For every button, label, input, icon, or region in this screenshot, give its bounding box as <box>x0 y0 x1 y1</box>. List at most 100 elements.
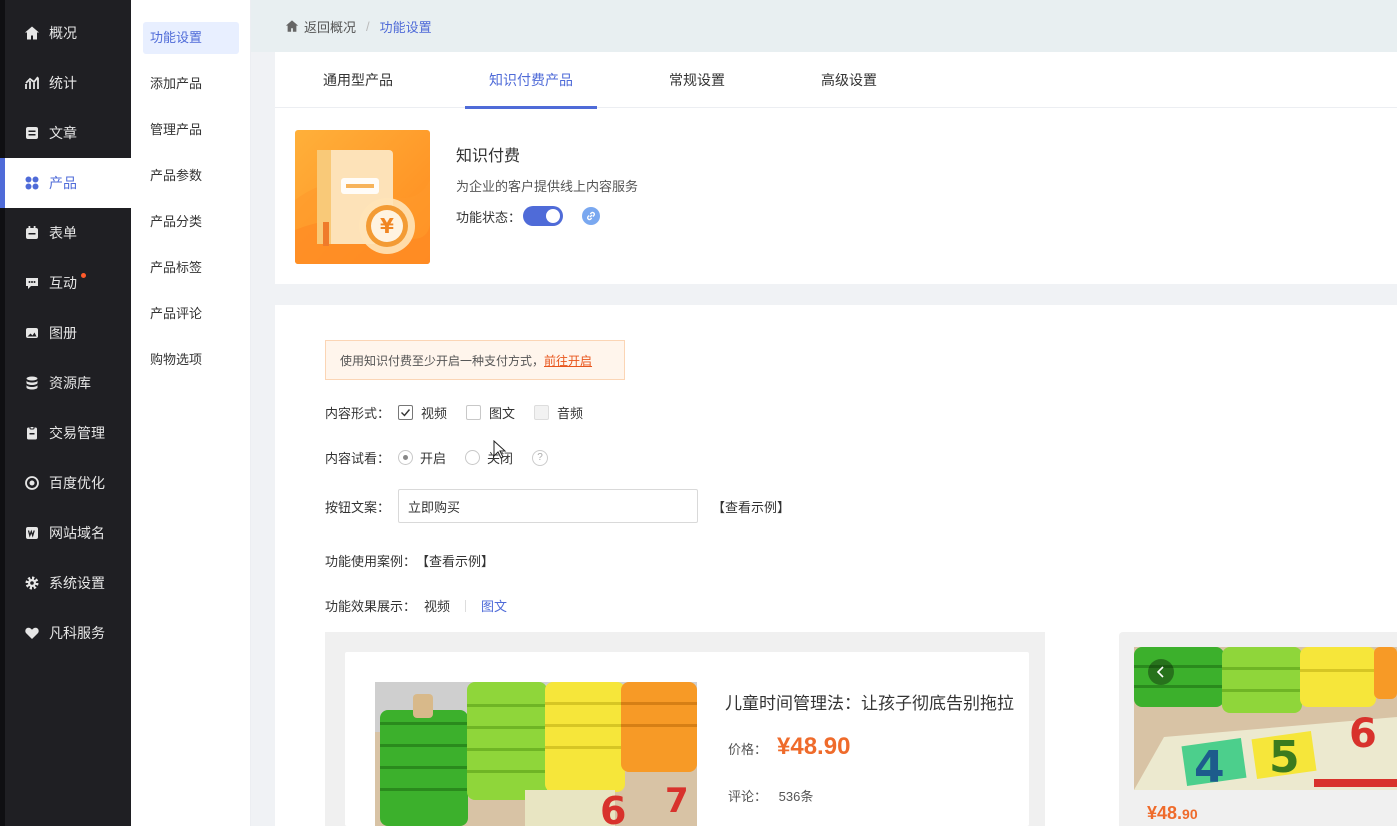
target-icon <box>24 475 40 491</box>
product-price-row: 价格： ¥48.90 <box>728 733 850 761</box>
sidebar-item-label: 文章 <box>49 125 77 141</box>
sidebar-item-interaction[interactable]: 互动 <box>5 258 131 308</box>
effect-tab-video[interactable]: 视频 <box>424 596 450 615</box>
sidebar-item-label: 资源库 <box>49 375 91 391</box>
price-label: 价格： <box>728 742 768 757</box>
sidebar-item-settings[interactable]: 系统设置 <box>5 558 131 608</box>
settings-form-panel: 使用知识付费至少开启一种支付方式， 前往开启 内容形式： 视频 图文 音频 内容… <box>275 305 1397 826</box>
sidebar-item-resources[interactable]: 资源库 <box>5 358 131 408</box>
effect-preview-area: 6 7 儿童时间管理法：让孩子彻底告别拖拉 价格： ¥48.90 评论： 536… <box>325 632 1045 826</box>
svg-text:6: 6 <box>600 789 626 826</box>
knowledge-pay-illustration: ¥ <box>295 130 430 264</box>
sidebar-item-label: 表单 <box>49 225 77 241</box>
image-icon <box>24 325 40 341</box>
mobile-product-image: 4 5 6 <box>1134 647 1397 790</box>
button-text-example-link[interactable]: 【查看示例】 <box>712 497 790 516</box>
payment-notice: 使用知识付费至少开启一种支付方式， 前往开启 <box>325 340 625 380</box>
sidebar-item-label: 概况 <box>49 25 77 41</box>
feature-status-toggle[interactable] <box>523 206 564 226</box>
submenu-item-product-reviews[interactable]: 产品评论 <box>143 298 239 330</box>
content-type-label: 内容形式： <box>325 406 391 421</box>
tab-bar: 通用型产品 知识付费产品 常规设置 高级设置 <box>275 52 1397 109</box>
use-case-label: 功能使用案例： <box>325 554 417 569</box>
submenu-item-shopping-options[interactable]: 购物选项 <box>143 344 239 376</box>
tab-advanced-settings[interactable]: 高级设置 <box>821 52 877 108</box>
effect-row: 功能效果展示： 视频 图文 <box>325 596 507 615</box>
sidebar-item-albums[interactable]: 图册 <box>5 308 131 358</box>
article-icon <box>24 125 40 141</box>
content-type-audio-option[interactable]: 音频 <box>534 403 583 422</box>
button-text-input[interactable] <box>398 489 699 523</box>
effect-tab-divider <box>465 599 467 612</box>
reviews-label: 评论： <box>728 789 768 804</box>
main-sidebar: 概况 统计 文章 产品 表单 互动 图册 资源库 交易管理 百度优化 网站域名 <box>0 0 131 826</box>
chart-icon <box>24 75 40 91</box>
radio-preview-off[interactable] <box>465 450 481 465</box>
feature-status-row: 功能状态： <box>456 206 601 226</box>
link-icon[interactable] <box>582 207 601 225</box>
sidebar-item-transactions[interactable]: 交易管理 <box>5 408 131 458</box>
mouse-cursor <box>493 439 507 460</box>
svg-text:5: 5 <box>1269 732 1300 783</box>
option-label: 音频 <box>557 406 584 421</box>
product-submenu: 功能设置 添加产品 管理产品 产品参数 产品分类 产品标签 产品评论 购物选项 <box>131 0 251 826</box>
sidebar-item-label: 统计 <box>49 75 77 91</box>
sidebar-item-articles[interactable]: 文章 <box>5 108 131 158</box>
price-value: ¥48.90 <box>777 733 851 760</box>
breadcrumb: 返回概况 / 功能设置 <box>251 0 1397 52</box>
preview-on-option[interactable]: 开启 <box>398 448 446 467</box>
checkbox-audio[interactable] <box>534 405 550 420</box>
submenu-item-product-categories[interactable]: 产品分类 <box>143 206 239 238</box>
checkbox-video[interactable] <box>398 405 414 420</box>
effect-tab-article[interactable]: 图文 <box>481 596 507 615</box>
product-title: 儿童时间管理法：让孩子彻底告别拖拉 <box>725 694 1014 713</box>
checkbox-article[interactable] <box>466 405 482 420</box>
option-label: 图文 <box>489 406 516 421</box>
breadcrumb-current: 功能设置 <box>379 19 432 35</box>
tab-knowledge-products[interactable]: 知识付费产品 <box>465 52 597 109</box>
content-type-video-option[interactable]: 视频 <box>398 403 447 422</box>
sidebar-item-forms[interactable]: 表单 <box>5 208 131 258</box>
sidebar-item-products[interactable]: 产品 <box>0 158 131 208</box>
sidebar-item-services[interactable]: 凡科服务 <box>5 608 131 658</box>
content-type-row: 内容形式： 视频 图文 音频 <box>325 403 602 422</box>
tab-regular-settings[interactable]: 常规设置 <box>669 52 725 108</box>
feature-description: 为企业的客户提供线上内容服务 <box>456 179 639 194</box>
heart-icon <box>24 625 40 641</box>
breadcrumb-separator: / <box>366 18 370 34</box>
svg-text:7: 7 <box>665 781 689 821</box>
breadcrumb-home-link[interactable]: 返回概况 <box>285 17 356 36</box>
content-type-article-option[interactable]: 图文 <box>466 403 515 422</box>
notice-enable-link[interactable]: 前往开启 <box>544 352 592 369</box>
tab-general-products[interactable]: 通用型产品 <box>323 52 393 108</box>
effect-label: 功能效果展示： <box>325 599 417 614</box>
home-icon <box>24 25 40 41</box>
sidebar-item-seo[interactable]: 百度优化 <box>5 458 131 508</box>
radio-preview-on[interactable] <box>398 450 414 465</box>
submenu-item-feature-settings[interactable]: 功能设置 <box>143 22 239 54</box>
notice-text: 使用知识付费至少开启一种支付方式， <box>340 353 545 368</box>
button-text-row: 按钮文案： 【查看示例】 <box>325 489 790 523</box>
button-text-label: 按钮文案： <box>325 499 391 515</box>
svg-text:6: 6 <box>1349 711 1377 757</box>
feature-title: 知识付费 <box>456 148 521 165</box>
notification-dot <box>81 273 86 278</box>
preview-row: 内容试看： 开启 关闭 ? <box>325 448 549 467</box>
w-icon <box>24 525 40 541</box>
sidebar-item-statistics[interactable]: 统计 <box>5 58 131 108</box>
sidebar-item-label: 凡科服务 <box>49 625 105 641</box>
help-icon[interactable]: ? <box>532 449 549 466</box>
submenu-item-manage-products[interactable]: 管理产品 <box>143 114 239 146</box>
sidebar-item-label: 图册 <box>49 325 77 341</box>
use-case-example-link[interactable]: 【查看示例】 <box>416 551 494 570</box>
mobile-price-main: ¥48. <box>1147 803 1183 823</box>
submenu-item-add-product[interactable]: 添加产品 <box>143 68 239 100</box>
database-icon <box>24 375 40 391</box>
carousel-prev-button[interactable] <box>1148 659 1174 685</box>
sidebar-item-overview[interactable]: 概况 <box>5 8 131 58</box>
preview-label: 内容试看： <box>325 451 391 466</box>
submenu-item-product-params[interactable]: 产品参数 <box>143 160 239 192</box>
sidebar-item-domain[interactable]: 网站域名 <box>5 508 131 558</box>
feature-status-label: 功能状态： <box>456 209 522 225</box>
submenu-item-product-tags[interactable]: 产品标签 <box>143 252 239 284</box>
